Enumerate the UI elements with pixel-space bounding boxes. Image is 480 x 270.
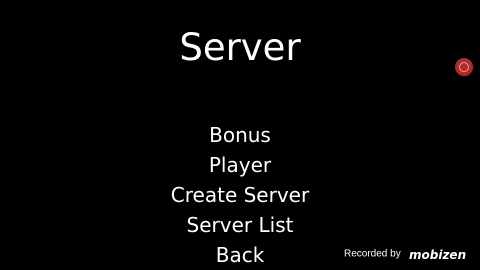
- mobizen-logo-text: mobizen: [409, 248, 466, 262]
- game-screen: Server Bonus Player Create Server Server…: [0, 0, 480, 270]
- create-server-button[interactable]: Create Server: [0, 180, 480, 210]
- mobizen-logo: mobizen: [408, 247, 466, 263]
- player-button[interactable]: Player: [0, 150, 480, 180]
- server-list-button[interactable]: Server List: [0, 210, 480, 240]
- bonus-button[interactable]: Bonus: [0, 120, 480, 150]
- page-title: Server: [179, 26, 301, 69]
- record-icon-ring: [459, 62, 469, 72]
- recorder-watermark: Recorded by mobizen: [344, 244, 466, 264]
- record-icon[interactable]: [455, 58, 473, 76]
- watermark-text: Recorded by: [344, 248, 401, 260]
